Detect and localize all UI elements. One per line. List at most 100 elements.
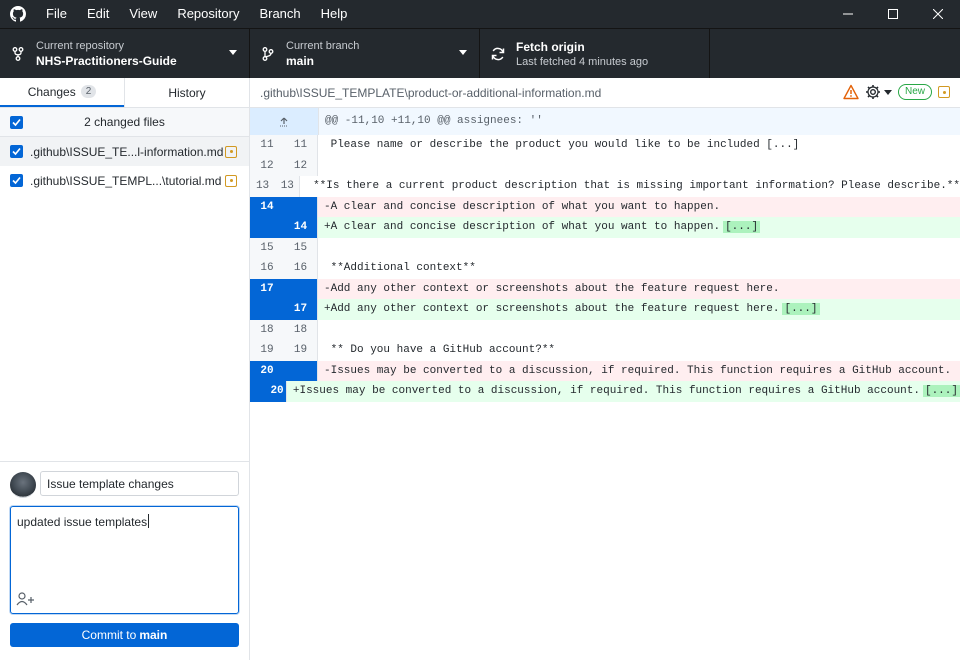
- old-line-number[interactable]: 12: [250, 155, 284, 176]
- new-line-number[interactable]: 19: [284, 340, 318, 361]
- close-button[interactable]: [915, 0, 960, 28]
- diff-line-removed[interactable]: 20 -Issues may be converted to a discussi…: [250, 360, 960, 381]
- expand-line-marker[interactable]: [...]: [922, 385, 960, 397]
- menu-help[interactable]: Help: [311, 0, 358, 28]
- diff-line-added[interactable]: 14 +A clear and concise description of wh…: [250, 217, 960, 238]
- text-caret: [148, 514, 150, 528]
- expand-up-icon[interactable]: [250, 108, 318, 135]
- tab-history-label: History: [168, 85, 206, 100]
- fetch-text: Fetch origin Last fetched 4 minutes ago: [516, 39, 648, 69]
- diff-line-context[interactable]: 19 19 ** Do you have a GitHub account?**: [250, 340, 960, 361]
- hunk-header-text: @@ -11,10 +11,10 @@ assignees: '': [318, 108, 960, 135]
- check-icon: [12, 118, 21, 126]
- old-line-number[interactable]: 17: [250, 278, 284, 299]
- changes-count-badge: 2: [80, 85, 97, 98]
- old-line-number[interactable]: 13: [250, 176, 276, 197]
- fetch-origin-button[interactable]: Fetch origin Last fetched 4 minutes ago: [480, 29, 710, 78]
- new-line-number[interactable]: 20: [268, 381, 287, 402]
- sidebar: Changes 2 History 2 changed files .githu…: [0, 78, 250, 660]
- menu-edit[interactable]: Edit: [77, 0, 119, 28]
- menu-bar: File Edit View Repository Branch Help: [36, 0, 357, 28]
- old-line-number[interactable]: [250, 299, 284, 320]
- expand-line-marker[interactable]: [...]: [782, 303, 820, 315]
- file-checkbox[interactable]: [10, 145, 23, 158]
- modified-icon: [225, 145, 237, 158]
- chevron-down-icon[interactable]: [883, 89, 892, 95]
- commit-description-field[interactable]: updated issue templates: [10, 506, 239, 614]
- new-line-number[interactable]: [284, 278, 318, 299]
- select-all-checkbox[interactable]: [10, 115, 23, 129]
- file-list-item[interactable]: .github\ISSUE_TEMPL...\tutorial.md: [0, 166, 249, 195]
- diff-line-content: +Issues may be converted to a discussion…: [286, 381, 960, 402]
- old-line-number[interactable]: 15: [250, 237, 284, 258]
- tab-changes[interactable]: Changes 2: [0, 78, 124, 107]
- old-line-number[interactable]: 18: [250, 319, 284, 340]
- diff-line-added[interactable]: 20 +Issues may be converted to a discussi…: [250, 381, 960, 402]
- check-icon: [12, 176, 21, 185]
- diff-line-context[interactable]: 12 12: [250, 155, 960, 176]
- menu-branch[interactable]: Branch: [249, 0, 310, 28]
- diff-line-context[interactable]: 13 13 **Is there a current product descri…: [250, 176, 960, 197]
- maximize-button[interactable]: [870, 0, 915, 28]
- current-repository-dropdown[interactable]: Current repository NHS-Practitioners-Gui…: [0, 29, 250, 78]
- old-line-number[interactable]: 19: [250, 340, 284, 361]
- menu-file[interactable]: File: [36, 0, 77, 28]
- tab-history[interactable]: History: [124, 78, 249, 107]
- branch-text: Current branch main: [286, 39, 359, 69]
- commit-summary-input[interactable]: [40, 471, 239, 496]
- commit-description-text: updated issue templates: [17, 515, 148, 529]
- new-line-number[interactable]: 14: [284, 217, 318, 238]
- new-line-number[interactable]: 11: [284, 135, 318, 156]
- old-line-number[interactable]: 14: [250, 196, 284, 217]
- commit-button[interactable]: Commit to main: [10, 623, 239, 647]
- diff-line-text: ** Do you have a GitHub account?**: [324, 344, 556, 356]
- current-branch-dropdown[interactable]: Current branch main: [250, 29, 480, 78]
- warning-icon[interactable]: [843, 84, 859, 100]
- repo-icon: [0, 46, 36, 61]
- old-line-number[interactable]: 16: [250, 258, 284, 279]
- old-line-number[interactable]: 20: [250, 360, 284, 381]
- file-checkbox[interactable]: [10, 174, 23, 187]
- new-line-number[interactable]: 17: [284, 299, 318, 320]
- diff-line-removed[interactable]: 14 -A clear and concise description of wh…: [250, 196, 960, 217]
- menu-view[interactable]: View: [119, 0, 167, 28]
- minimize-button[interactable]: [825, 0, 870, 28]
- diff-line-content: -Issues may be converted to a discussion…: [318, 360, 960, 381]
- file-path-bar: .github\ISSUE_TEMPLATE\product-or-additi…: [250, 78, 960, 108]
- sync-icon: [480, 46, 516, 62]
- menu-repository[interactable]: Repository: [167, 0, 249, 28]
- diff-line-content: -A clear and concise description of what…: [318, 196, 960, 217]
- diff-line-context[interactable]: 18 18: [250, 319, 960, 340]
- close-icon: [932, 9, 943, 19]
- expand-line-marker[interactable]: [...]: [723, 221, 761, 233]
- new-line-number[interactable]: [284, 196, 318, 217]
- branch-icon: [250, 46, 286, 61]
- new-line-number[interactable]: 16: [284, 258, 318, 279]
- diff-line-context[interactable]: 11 11 Please name or describe the product…: [250, 135, 960, 156]
- path-icons: New: [843, 84, 950, 100]
- diff-panel: .github\ISSUE_TEMPLATE\product-or-additi…: [250, 78, 960, 660]
- repo-label: Current repository: [36, 39, 125, 52]
- old-line-number[interactable]: [250, 381, 269, 402]
- old-line-number[interactable]: [250, 217, 284, 238]
- diff-line-added[interactable]: 17 +Add any other context or screenshots …: [250, 299, 960, 320]
- new-line-number[interactable]: 15: [284, 237, 318, 258]
- diff-line-content: -Add any other context or screenshots ab…: [318, 278, 960, 299]
- new-line-number[interactable]: 18: [284, 319, 318, 340]
- file-list-item[interactable]: .github\ISSUE_TE...l-information.md: [0, 137, 249, 166]
- last-fetched-text: Last fetched 4 minutes ago: [516, 55, 649, 68]
- add-coauthor-icon[interactable]: [16, 591, 36, 607]
- gear-icon[interactable]: [865, 84, 881, 100]
- diff-line-text: +A clear and concise description of what…: [324, 221, 721, 233]
- diff-line-content: **Is there a current product description…: [300, 176, 960, 197]
- new-line-number[interactable]: 12: [284, 155, 318, 176]
- diff-line-content: +Add any other context or screenshots ab…: [318, 299, 960, 320]
- new-line-number[interactable]: 13: [275, 176, 301, 197]
- old-line-number[interactable]: 11: [250, 135, 284, 156]
- diff-line-context[interactable]: 16 16 **Additional context**: [250, 258, 960, 279]
- changed-files-count: 2 changed files: [84, 115, 165, 129]
- diff-line-context[interactable]: 15 15: [250, 237, 960, 258]
- new-line-number[interactable]: [284, 360, 318, 381]
- branch-name: main: [286, 53, 315, 68]
- diff-line-removed[interactable]: 17 -Add any other context or screenshots …: [250, 278, 960, 299]
